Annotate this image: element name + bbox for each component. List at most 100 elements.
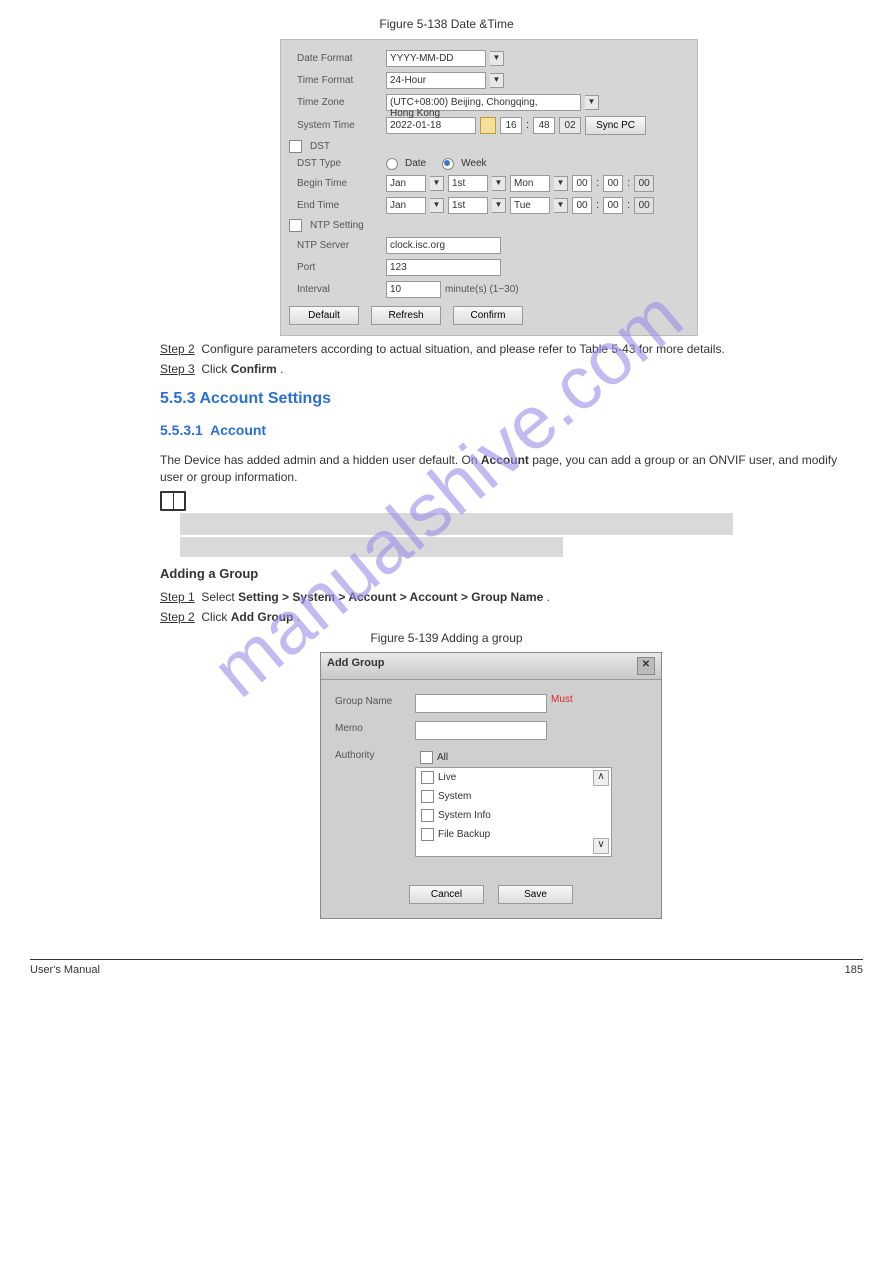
end-h[interactable]: 00 xyxy=(572,197,592,214)
dst-label: DST xyxy=(310,141,330,152)
cancel-button[interactable]: Cancel xyxy=(409,885,484,904)
section-account-settings: 5.5.3 Account Settings xyxy=(160,390,863,408)
begin-m[interactable]: 00 xyxy=(603,175,623,192)
step3-label: Step 3 xyxy=(160,362,195,376)
end-time-label: End Time xyxy=(289,200,382,211)
section-num: 5.5.3 xyxy=(160,390,199,407)
date-time-panel: Date Format YYYY-MM-DD▼ Time Format 24-H… xyxy=(280,39,698,336)
dst-date-option: Date xyxy=(405,158,426,169)
file-backup-checkbox[interactable] xyxy=(421,828,434,841)
file-backup-option: File Backup xyxy=(438,830,490,841)
authority-list: Live System System Info File Backup ∧ ∨ xyxy=(415,767,612,857)
system-checkbox[interactable] xyxy=(421,790,434,803)
subsection-num: 5.5.3.1 xyxy=(160,422,203,438)
dst-week-option: Week xyxy=(461,158,486,169)
chevron-down-icon[interactable]: ▼ xyxy=(554,176,568,191)
live-checkbox[interactable] xyxy=(421,771,434,784)
group-name-input[interactable] xyxy=(415,694,547,713)
all-option: All xyxy=(437,753,448,764)
add-group-dialog: Add Group ✕ Group Name Must Memo Authori… xyxy=(320,652,662,919)
addgroup-s2-label: Step 2 xyxy=(160,610,195,624)
time-min-input[interactable]: 48 xyxy=(533,117,555,134)
group-name-label: Group Name xyxy=(335,694,415,707)
addgroup-s2-b: Add Group xyxy=(231,610,294,624)
chevron-down-icon[interactable]: ▼ xyxy=(490,51,504,66)
dst-type-label: DST Type xyxy=(289,158,382,169)
refresh-button[interactable]: Refresh xyxy=(371,306,441,325)
ntp-server-input[interactable]: clock.isc.org xyxy=(386,237,501,254)
dst-checkbox[interactable] xyxy=(289,140,302,153)
footer: User's Manual 185 xyxy=(30,959,863,976)
confirm-button[interactable]: Confirm xyxy=(453,306,523,325)
save-button[interactable]: Save xyxy=(498,885,573,904)
time-format-select[interactable]: 24-Hour xyxy=(386,72,486,89)
date-format-label: Date Format xyxy=(289,53,382,64)
chevron-down-icon[interactable]: ▼ xyxy=(492,176,506,191)
default-button[interactable]: Default xyxy=(289,306,359,325)
begin-ord-select[interactable]: 1st xyxy=(448,175,488,192)
begin-h[interactable]: 00 xyxy=(572,175,592,192)
step2-label: Step 2 xyxy=(160,342,195,356)
sync-pc-button[interactable]: Sync PC xyxy=(585,116,646,135)
scroll-up-icon[interactable]: ∧ xyxy=(593,770,609,786)
date-input[interactable]: 2022-01-18 xyxy=(386,117,476,134)
chevron-down-icon[interactable]: ▼ xyxy=(554,198,568,213)
dst-week-radio[interactable] xyxy=(442,158,454,170)
ntp-checkbox[interactable] xyxy=(289,219,302,232)
addgroup-s2-a: Click xyxy=(201,610,230,624)
addgroup-s1-a: Select xyxy=(201,590,238,604)
subsection-title: Account xyxy=(210,422,266,438)
system-info-checkbox[interactable] xyxy=(421,809,434,822)
addgroup-s2-c: . xyxy=(297,610,300,624)
ntp-setting-label: NTP Setting xyxy=(310,220,364,231)
note-line2-shade xyxy=(180,537,563,557)
system-option: System xyxy=(438,792,471,803)
memo-input[interactable] xyxy=(415,721,547,740)
must-label: Must xyxy=(551,694,573,705)
date-format-select[interactable]: YYYY-MM-DD xyxy=(386,50,486,67)
sep: : xyxy=(596,177,599,189)
dst-date-radio[interactable] xyxy=(386,158,398,170)
chevron-down-icon[interactable]: ▼ xyxy=(430,176,444,191)
all-checkbox[interactable] xyxy=(420,751,433,764)
sep: : xyxy=(627,177,630,189)
step3-text-c: . xyxy=(280,362,283,376)
footer-page: 185 xyxy=(845,964,863,976)
footer-left: User's Manual xyxy=(30,964,100,976)
dialog-title: Add Group xyxy=(327,657,384,675)
addgroup-s1-b: Setting > System > Account > Account > G… xyxy=(238,590,543,604)
port-input[interactable]: 123 xyxy=(386,259,501,276)
chevron-down-icon[interactable]: ▼ xyxy=(430,198,444,213)
time-zone-select[interactable]: (UTC+08:00) Beijing, Chongqing, Hong Kon… xyxy=(386,94,581,111)
begin-s: 00 xyxy=(634,175,654,192)
begin-month-select[interactable]: Jan xyxy=(386,175,426,192)
chevron-down-icon[interactable]: ▼ xyxy=(490,73,504,88)
begin-day-select[interactable]: Mon xyxy=(510,175,550,192)
end-m[interactable]: 00 xyxy=(603,197,623,214)
sep: : xyxy=(596,199,599,211)
live-option: Live xyxy=(438,773,456,784)
sep: : xyxy=(627,199,630,211)
end-day-select[interactable]: Tue xyxy=(510,197,550,214)
account-desc-a: The Device has added admin and a hidden … xyxy=(160,453,481,467)
close-icon[interactable]: ✕ xyxy=(637,657,655,675)
interval-input[interactable]: 10 xyxy=(386,281,441,298)
system-time-label: System Time xyxy=(289,120,382,131)
ntp-server-label: NTP Server xyxy=(289,240,382,251)
end-month-select[interactable]: Jan xyxy=(386,197,426,214)
calendar-icon[interactable] xyxy=(480,117,496,134)
time-hour-input[interactable]: 16 xyxy=(500,117,522,134)
scroll-down-icon[interactable]: ∨ xyxy=(593,838,609,854)
authority-label: Authority xyxy=(335,748,415,761)
figure1-caption: Figure 5-138 Date &Time xyxy=(30,16,863,33)
interval-unit: minute(s) (1~30) xyxy=(445,284,519,295)
note-line1-shade xyxy=(180,513,733,535)
addgroup-s1-c: . xyxy=(547,590,550,604)
time-sec-input[interactable]: 02 xyxy=(559,117,581,134)
chevron-down-icon[interactable]: ▼ xyxy=(492,198,506,213)
section-title: Account Settings xyxy=(199,390,331,407)
end-ord-select[interactable]: 1st xyxy=(448,197,488,214)
chevron-down-icon[interactable]: ▼ xyxy=(585,95,599,110)
addgroup-s1-label: Step 1 xyxy=(160,590,195,604)
port-label: Port xyxy=(289,262,382,273)
